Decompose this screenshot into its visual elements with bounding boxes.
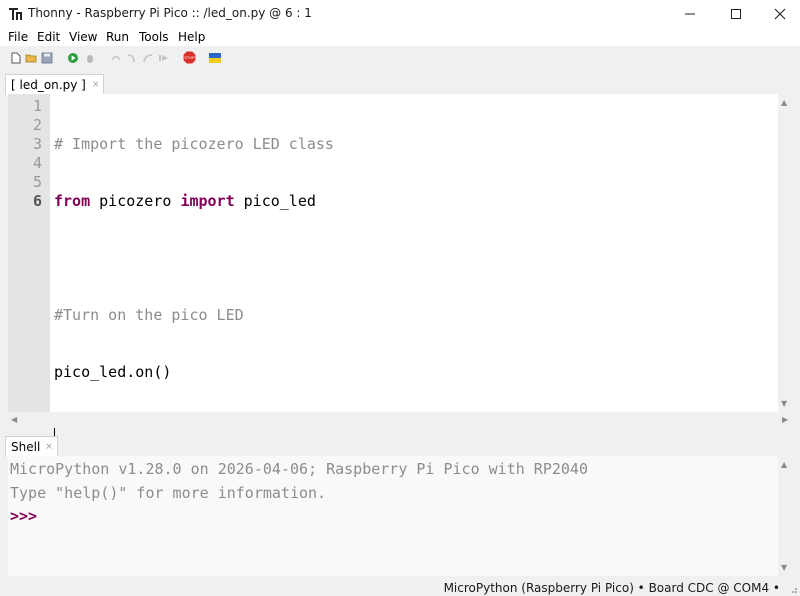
scroll-up-icon[interactable]: ▲ (781, 460, 787, 469)
shell-output-line: MicroPython v1.28.0 on 2026-04-06; Raspb… (10, 460, 588, 478)
line-number: 4 (32, 154, 42, 172)
stop-icon[interactable]: STOP (183, 51, 196, 64)
tab-led-on-py[interactable]: [ led_on.py ] × (5, 74, 105, 95)
step-out-icon[interactable] (142, 52, 154, 64)
editor-vertical-scrollbar[interactable]: ▲ ▼ (778, 94, 792, 412)
editor-horizontal-scrollbar[interactable]: ◀ ▶ (8, 412, 792, 428)
maximize-icon (731, 9, 741, 19)
title-bar: Thonny - Raspberry Pi Pico :: /led_on.py… (0, 0, 800, 28)
close-button[interactable] (758, 0, 800, 28)
window-title: Thonny - Raspberry Pi Pico :: /led_on.py… (28, 6, 312, 20)
stop-label: STOP (184, 55, 195, 60)
scroll-left-icon[interactable]: ◀ (11, 415, 17, 424)
resize-grip-icon[interactable] (788, 584, 798, 594)
shell-prompt: >>> (10, 507, 38, 525)
line-number-gutter: 1 2 3 4 5 6 (8, 94, 50, 412)
maximize-button[interactable] (714, 0, 758, 28)
code-line: # Import the picozero LED class (54, 135, 334, 153)
code-fragment: picozero (90, 192, 181, 210)
close-icon (774, 8, 786, 20)
tab-close-icon[interactable]: × (92, 80, 100, 90)
code-line: from picozero import pico_led (54, 192, 334, 211)
minimize-button[interactable] (668, 0, 712, 28)
new-file-icon[interactable] (10, 52, 22, 64)
ukraine-flag-icon[interactable] (209, 53, 221, 63)
run-icon[interactable] (67, 52, 79, 64)
menu-help[interactable]: Help (178, 30, 205, 44)
interpreter-status[interactable]: MicroPython (Raspberry Pi Pico) • Board … (444, 581, 780, 595)
toolbar: STOP (0, 46, 800, 72)
scroll-down-icon[interactable]: ▼ (781, 399, 787, 408)
thonny-app-icon (9, 8, 22, 20)
scroll-down-icon[interactable]: ▼ (781, 563, 787, 572)
code-editor[interactable]: 1 2 3 4 5 6 # Import the picozero LED cl… (8, 94, 778, 438)
step-over-icon[interactable] (110, 52, 122, 64)
menu-file[interactable]: File (8, 30, 28, 44)
scroll-right-icon[interactable]: ▶ (782, 415, 788, 424)
open-file-icon[interactable] (25, 52, 37, 64)
shell-tab-bar: Shell × (0, 434, 800, 457)
line-number: 3 (32, 135, 42, 153)
resume-icon[interactable] (158, 52, 170, 64)
editor-tab-bar: [ led_on.py ] × (0, 72, 800, 95)
tab-label: [ led_on.py ] (11, 78, 86, 92)
shell-vertical-scrollbar[interactable]: ▲ ▼ (778, 456, 792, 576)
code-line: #Turn on the pico LED (54, 306, 244, 324)
line-number: 2 (32, 116, 42, 134)
line-number: 1 (32, 97, 42, 115)
line-number: 5 (32, 173, 42, 191)
current-line-number: 6 (32, 192, 42, 210)
debug-icon[interactable] (84, 52, 96, 64)
keyword-import: import (180, 192, 235, 210)
shell-output-line: Type "help()" for more information. (10, 484, 327, 502)
save-icon[interactable] (41, 52, 53, 64)
keyword-from: from (54, 192, 91, 210)
shell-tab-label: Shell (11, 440, 41, 454)
scroll-up-icon[interactable]: ▲ (781, 98, 787, 107)
status-bar: MicroPython (Raspberry Pi Pico) • Board … (0, 578, 800, 596)
tab-shell[interactable]: Shell × (5, 436, 58, 457)
minimize-icon (685, 13, 695, 15)
menu-run[interactable]: Run (106, 30, 129, 44)
menu-bar: File Edit View Run Tools Help (0, 28, 800, 46)
code-fragment: pico_led (234, 192, 316, 210)
code-line: pico_led.on() (54, 363, 172, 381)
menu-view[interactable]: View (69, 30, 97, 44)
shell-console[interactable]: MicroPython v1.28.0 on 2026-04-06; Raspb… (8, 456, 778, 576)
step-into-icon[interactable] (126, 52, 138, 64)
menu-tools[interactable]: Tools (139, 30, 169, 44)
menu-edit[interactable]: Edit (37, 30, 60, 44)
shell-tab-close-icon[interactable]: × (45, 442, 53, 452)
